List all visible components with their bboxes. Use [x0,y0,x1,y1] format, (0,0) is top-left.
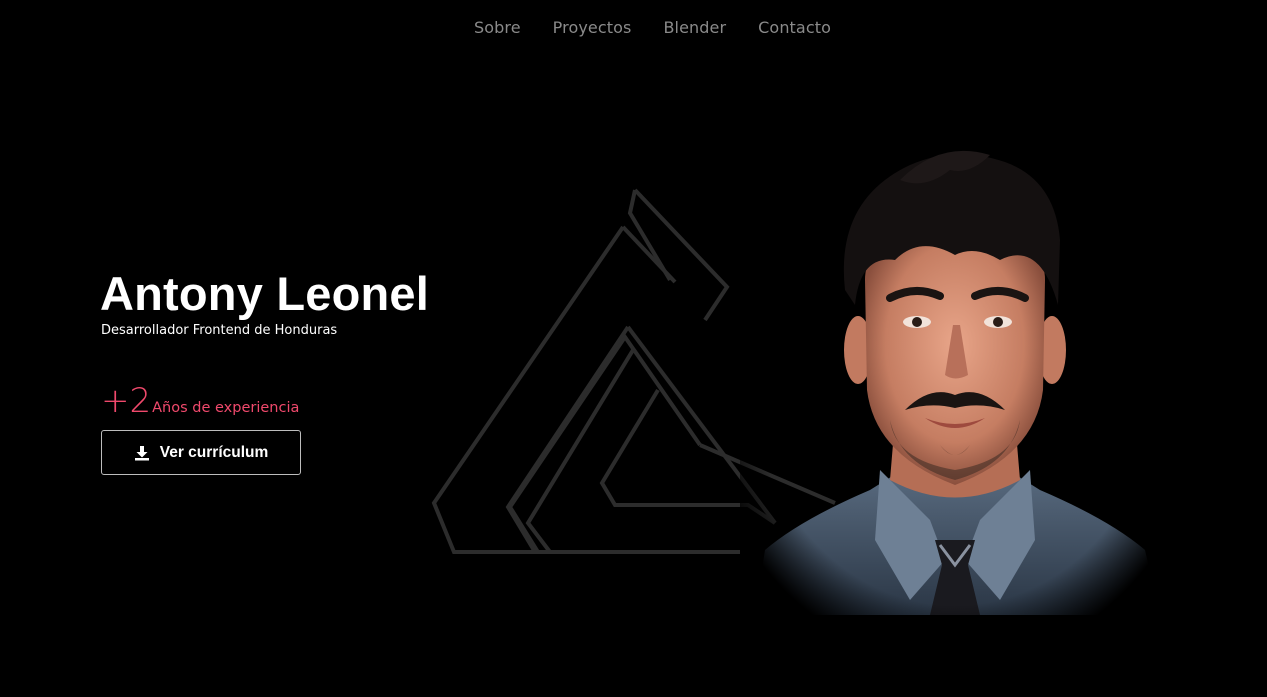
profile-portrait [740,120,1170,615]
hero-subtitle: Desarrollador Frontend de Honduras [101,323,338,338]
hero-name: Antony Leonel [100,267,429,320]
download-icon [134,445,149,460]
nav-item-proyectos[interactable]: Proyectos [553,18,632,37]
nav-item-contacto[interactable]: Contacto [758,18,831,37]
experience-value: +2 [101,381,152,421]
view-cv-label: Ver currículum [159,443,269,461]
nav-item-blender[interactable]: Blender [663,18,726,37]
page: Sobre Proyectos Blender Contacto Antony … [0,0,1267,697]
nav-item-sobre[interactable]: Sobre [474,18,521,37]
experience-label: Años de experiencia [152,400,300,416]
experience-stat: +2 Años de experiencia [101,384,299,418]
view-cv-button[interactable]: Ver currículum [101,430,301,475]
top-nav: Sobre Proyectos Blender Contacto [0,18,1267,37]
